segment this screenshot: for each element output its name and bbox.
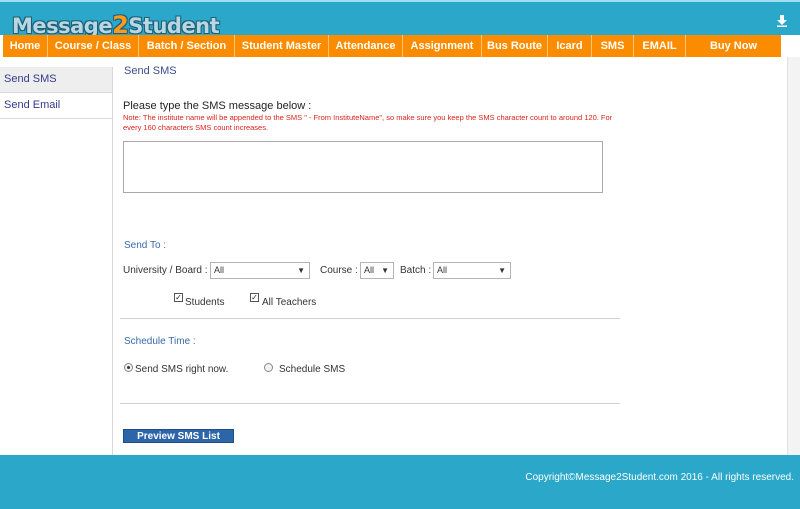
- course-select[interactable]: All ▼: [360, 262, 394, 279]
- nav-item-course-class[interactable]: Course / Class: [48, 35, 139, 57]
- divider: [120, 318, 620, 319]
- nav-item-buy-now[interactable]: Buy Now: [686, 35, 781, 57]
- nav-item-attendance[interactable]: Attendance: [329, 35, 403, 57]
- course-value: All: [364, 265, 375, 275]
- send-now-label: Send SMS right now.: [135, 364, 229, 375]
- nav-item-bus-route[interactable]: Bus Route: [482, 35, 548, 57]
- header-bar: Message2Student: [0, 0, 800, 38]
- chevron-down-icon: ▼: [381, 266, 389, 275]
- all-teachers-checkbox[interactable]: ✓: [250, 293, 259, 302]
- page-title: Send SMS: [124, 65, 177, 77]
- batch-select[interactable]: All ▼: [433, 262, 511, 279]
- schedule-sms-label: Schedule SMS: [279, 364, 346, 375]
- schedule-sms-radio[interactable]: [264, 363, 273, 372]
- chevron-down-icon: ▼: [297, 266, 305, 275]
- preview-sms-list-button[interactable]: Preview SMS List: [123, 429, 234, 443]
- nav-item-home[interactable]: Home: [3, 35, 48, 57]
- footer: Copyright©Message2Student.com 2016 - All…: [0, 455, 800, 509]
- university-board-label: University / Board :: [123, 265, 208, 276]
- copyright-text: Copyright©Message2Student.com 2016 - All…: [525, 472, 794, 483]
- download-arrow-icon[interactable]: [776, 15, 788, 27]
- chevron-down-icon: ▼: [498, 266, 506, 275]
- students-checkbox[interactable]: ✓: [174, 293, 183, 302]
- sms-message-textarea[interactable]: [123, 141, 603, 193]
- batch-label: Batch :: [400, 265, 432, 276]
- nav-item-sms[interactable]: SMS: [592, 35, 634, 57]
- sms-note: Note: The institute name will be appende…: [123, 113, 613, 132]
- nav-item-student-master[interactable]: Student Master: [235, 35, 329, 57]
- university-board-value: All: [214, 265, 225, 275]
- batch-value: All: [437, 265, 448, 275]
- students-label: Students: [185, 297, 225, 308]
- sidebar: Send SMS Send Email: [0, 67, 113, 455]
- main-content: Send SMS Please type the SMS message bel…: [113, 57, 788, 455]
- schedule-time-label: Schedule Time :: [124, 336, 196, 347]
- sidebar-item-send-email[interactable]: Send Email: [0, 93, 112, 119]
- sidebar-item-send-sms[interactable]: Send SMS: [0, 67, 112, 93]
- nav-item-email[interactable]: EMAIL: [634, 35, 686, 57]
- vertical-scrollbar[interactable]: [787, 57, 800, 455]
- nav-item-assignment[interactable]: Assignment: [403, 35, 482, 57]
- send-now-radio[interactable]: [124, 363, 133, 372]
- nav-item-batch-section[interactable]: Batch / Section: [139, 35, 235, 57]
- message-prompt: Please type the SMS message below :: [123, 100, 312, 112]
- course-label: Course :: [320, 265, 358, 276]
- university-board-select[interactable]: All ▼: [210, 262, 310, 279]
- main-nav: Home Course / Class Batch / Section Stud…: [0, 35, 800, 57]
- nav-item-icard[interactable]: Icard: [548, 35, 592, 57]
- send-to-label: Send To :: [124, 240, 167, 251]
- nav-bar: Home Course / Class Batch / Section Stud…: [3, 35, 781, 57]
- all-teachers-label: All Teachers: [262, 297, 317, 308]
- divider: [120, 403, 620, 404]
